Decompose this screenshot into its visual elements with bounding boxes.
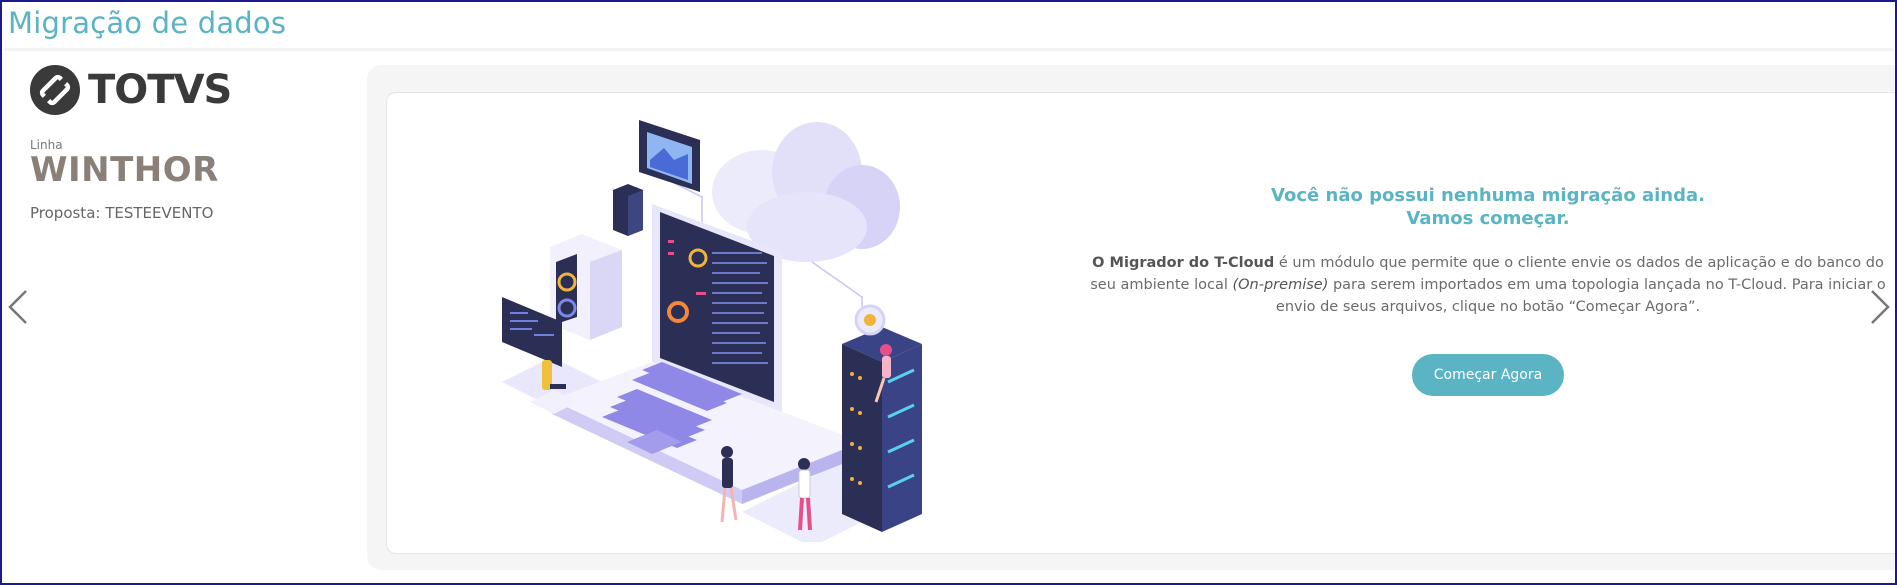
- chevron-right-icon: [1871, 290, 1890, 324]
- proposal-label: Proposta: TESTEEVENTO: [30, 204, 214, 222]
- headline-line-1: Você não possui nenhuma migração ainda.: [1271, 185, 1705, 206]
- sidebar: TOTVS Linha WINTHOR Proposta: TESTEEVENT…: [30, 64, 330, 222]
- description-strong: O Migrador do T-Cloud: [1092, 255, 1275, 271]
- headline-line-2: Vamos começar.: [1406, 208, 1570, 229]
- empty-state: Você não possui nenhuma migração ainda. …: [1087, 184, 1889, 396]
- logo-wordmark: TOTVS: [88, 67, 232, 113]
- description-part-2: para serem importados em uma topologia l…: [1275, 277, 1886, 315]
- title-divider: [4, 48, 1893, 51]
- totvs-logo-icon: [30, 65, 80, 115]
- chevron-left-icon: [8, 290, 27, 324]
- empty-state-headline: Você não possui nenhuma migração ainda. …: [1087, 184, 1889, 230]
- brand-logo: TOTVS: [30, 64, 330, 116]
- description-italic: (On-premise): [1232, 277, 1329, 293]
- empty-state-description: O Migrador do T-Cloud é um módulo que pe…: [1087, 252, 1889, 318]
- app-window: Migração de dados TOTVS Linha WINTHOR Pr…: [0, 0, 1897, 585]
- carousel-prev-button[interactable]: [6, 287, 30, 327]
- carousel-next-button[interactable]: [1868, 287, 1892, 327]
- cloud-migration-illustration: [502, 120, 922, 542]
- start-now-button[interactable]: Começar Agora: [1411, 354, 1565, 396]
- page-title: Migração de dados: [8, 6, 287, 40]
- server-stack: [842, 327, 922, 532]
- product-name: WINTHOR: [30, 150, 219, 190]
